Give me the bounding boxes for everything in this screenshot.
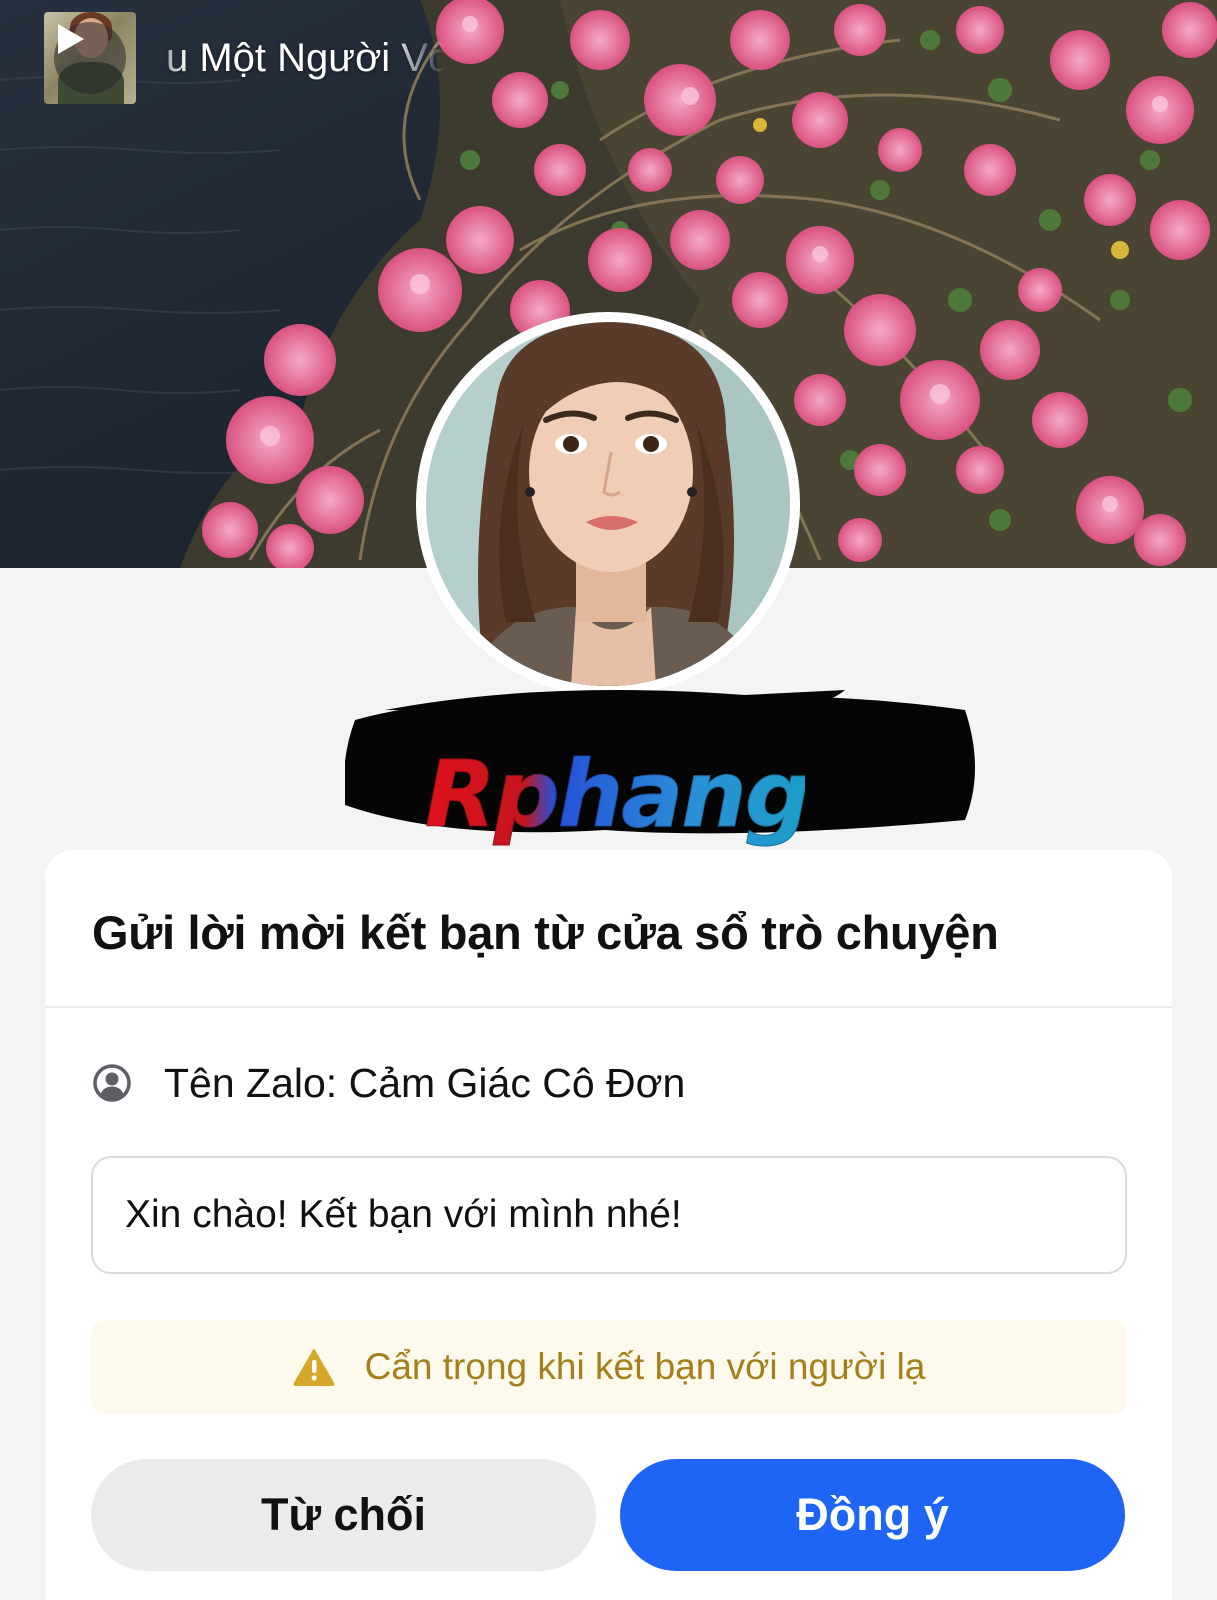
warning-text: Cẩn trọng khi kết bạn với người lạ	[364, 1346, 926, 1387]
zalo-name: Tên Zalo: Cảm Giác Cô Đơn	[164, 1059, 686, 1106]
dialog-header: Gửi lời mời kết bạn từ cửa sổ trò chuyện	[45, 850, 1172, 1008]
user-circle-icon	[93, 1064, 131, 1102]
zalo-name-row: Tên Zalo: Cảm Giác Cô Đơn	[92, 1055, 685, 1111]
music-title[interactable]: u Một Người Vô	[166, 36, 446, 81]
dialog-title: Gửi lời mời kết bạn từ cửa sổ trò chuyện	[92, 905, 999, 959]
friend-request-screen: u Một Người Vô Rphang Gửi lời mời kết bạ…	[0, 0, 1217, 1600]
music-cover-thumbnail[interactable]	[44, 12, 136, 104]
stranger-warning: Cẩn trọng khi kết bạn với người lạ	[91, 1320, 1127, 1414]
accept-button[interactable]: Đồng ý	[620, 1459, 1125, 1571]
avatar[interactable]	[416, 312, 800, 696]
warning-icon	[293, 1349, 334, 1386]
watermark: Rphang	[425, 735, 812, 855]
friend-request-dialog: Gửi lời mời kết bạn từ cửa sổ trò chuyện…	[45, 850, 1172, 1600]
avatar-photo	[426, 322, 790, 686]
profile-music[interactable]: u Một Người Vô	[44, 12, 446, 104]
decline-button[interactable]: Từ chối	[91, 1459, 596, 1571]
greeting-message-input[interactable]	[91, 1156, 1127, 1274]
play-icon[interactable]	[54, 22, 126, 94]
